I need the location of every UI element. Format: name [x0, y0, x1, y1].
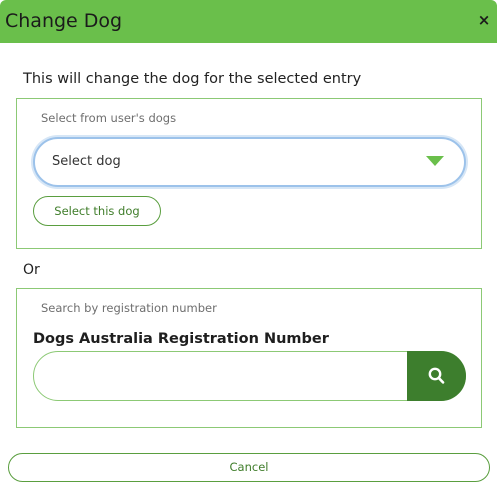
registration-number-input[interactable] — [33, 351, 466, 401]
registration-panel: Search by registration number Dogs Austr… — [16, 288, 482, 428]
registration-label: Search by registration number — [41, 301, 217, 315]
select-this-dog-button[interactable]: Select this dog — [33, 196, 161, 226]
user-dogs-label: Select from user's dogs — [41, 111, 177, 125]
cancel-button[interactable]: Cancel — [8, 453, 490, 482]
search-icon — [428, 367, 445, 384]
or-separator: Or — [23, 262, 40, 278]
user-dogs-panel: Select from user's dogs Select dog Selec… — [16, 98, 482, 249]
close-icon[interactable]: × — [477, 11, 491, 29]
caret-down-icon — [426, 156, 444, 166]
dialog-header: Change Dog × — [0, 0, 497, 43]
dog-select[interactable]: Select dog — [33, 137, 466, 187]
intro-text: This will change the dog for the selecte… — [23, 71, 362, 87]
change-dog-dialog: Change Dog × This will change the dog fo… — [0, 0, 497, 496]
registration-search-group — [33, 351, 466, 401]
dialog-title: Change Dog — [5, 10, 123, 32]
dog-select-value: Select dog — [52, 154, 121, 169]
search-button[interactable] — [407, 351, 466, 401]
registration-field-label: Dogs Australia Registration Number — [33, 331, 329, 347]
